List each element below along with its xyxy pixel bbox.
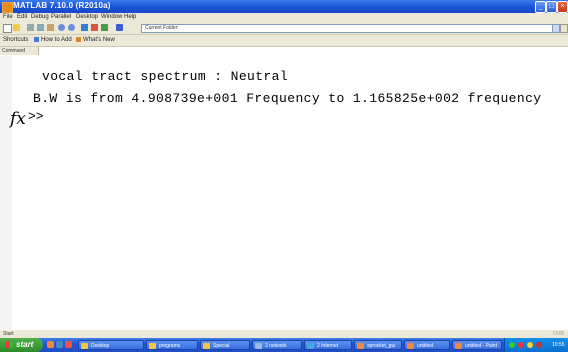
tray-clock: 10:55 xyxy=(552,342,565,348)
whats-new-link[interactable]: What's New xyxy=(76,37,115,44)
current-folder-field[interactable]: Current Folder: xyxy=(141,24,556,33)
folder-icon xyxy=(203,343,210,349)
task-network[interactable]: 2 network xyxy=(252,340,302,350)
profiler-icon[interactable] xyxy=(101,24,108,31)
window-title: MATLAB 7.10.0 (R2010a) xyxy=(13,1,111,10)
network-icon xyxy=(255,343,262,349)
menu-bar: File Edit Debug Parallel Desktop Window … xyxy=(0,13,568,22)
whats-new-icon xyxy=(76,37,81,42)
folder-icon xyxy=(149,343,156,349)
task-label: programs xyxy=(159,343,181,349)
paint-icon xyxy=(455,343,462,349)
task-sprocket-gui[interactable]: sprocket_gui xyxy=(354,340,402,350)
tray-update-icon[interactable] xyxy=(527,342,533,348)
folder-icon xyxy=(81,343,88,349)
task-internet[interactable]: 2 Internet xyxy=(304,340,352,350)
command-window-gutter xyxy=(0,56,12,330)
start-button[interactable]: start xyxy=(0,338,43,352)
task-label: untitled xyxy=(417,343,434,349)
task-special[interactable]: Special xyxy=(200,340,250,350)
task-label: 2 network xyxy=(265,343,287,349)
new-file-icon[interactable] xyxy=(3,24,12,33)
task-paint[interactable]: untitled - Paint xyxy=(452,340,502,350)
task-label: untitled - Paint xyxy=(465,343,497,349)
simulink-icon[interactable] xyxy=(81,24,88,31)
tray-network-icon[interactable] xyxy=(509,342,515,348)
minimize-button[interactable]: _ xyxy=(535,1,546,13)
redo-icon[interactable] xyxy=(68,24,75,31)
windows-logo-icon xyxy=(6,341,13,349)
paste-icon[interactable] xyxy=(47,24,54,31)
tray-security-icon[interactable] xyxy=(518,342,524,348)
browse-folder-icon[interactable] xyxy=(560,24,568,33)
how-to-add-label: How to Add xyxy=(41,37,72,44)
matlab-icon xyxy=(357,343,364,349)
whats-new-label: What's New xyxy=(83,37,115,44)
menu-window[interactable]: Window xyxy=(101,13,122,22)
figure-icon xyxy=(407,343,414,349)
quicklaunch-media-icon[interactable] xyxy=(65,341,72,348)
task-label: Special xyxy=(213,343,230,349)
matlab-app-icon xyxy=(2,2,13,13)
task-label: 2 Internet xyxy=(317,343,339,349)
fx-function-browser-icon[interactable]: fx xyxy=(10,109,26,129)
command-prompt[interactable]: >> xyxy=(28,109,44,124)
task-label: sprocket_gui xyxy=(367,343,396,349)
open-folder-icon[interactable] xyxy=(13,24,20,31)
menu-help[interactable]: Help xyxy=(124,13,136,22)
task-untitled[interactable]: untitled xyxy=(404,340,450,350)
tray-antivirus-icon[interactable] xyxy=(536,342,542,348)
guide-icon[interactable] xyxy=(91,24,98,31)
info-icon xyxy=(34,37,39,42)
close-button[interactable]: × xyxy=(557,1,568,13)
output-line-bandwidth: B.W is from 4.908739e+001 Frequency to 1… xyxy=(33,91,542,106)
quicklaunch-browser-icon[interactable] xyxy=(47,341,54,348)
status-bar: Start OVR xyxy=(0,330,568,338)
undo-icon[interactable] xyxy=(58,24,65,31)
how-to-add-link[interactable]: How to Add xyxy=(34,37,72,44)
menu-desktop[interactable]: Desktop xyxy=(76,13,98,22)
task-label: Desktop xyxy=(91,343,110,349)
task-desktop[interactable]: Desktop xyxy=(78,340,144,350)
shortcuts-label[interactable]: Shortcuts xyxy=(3,37,28,44)
menu-parallel[interactable]: Parallel xyxy=(51,13,71,22)
shortcuts-bar: Shortcuts How to Add What's New xyxy=(0,35,568,47)
output-line-title: vocal tract spectrum : Neutral xyxy=(42,69,289,84)
browser-icon xyxy=(307,343,314,349)
command-window-tab[interactable]: Command Window xyxy=(0,47,39,62)
menu-edit[interactable]: Edit xyxy=(17,13,27,22)
quicklaunch-desktop-icon[interactable] xyxy=(56,341,63,348)
menu-debug[interactable]: Debug xyxy=(31,13,49,22)
task-programs[interactable]: programs xyxy=(146,340,198,350)
start-label: start xyxy=(16,340,34,349)
folder-dropdown-icon[interactable] xyxy=(552,24,560,33)
cut-icon[interactable] xyxy=(27,24,34,31)
status-start[interactable]: Start xyxy=(3,330,14,338)
menu-file[interactable]: File xyxy=(3,13,13,22)
help-icon[interactable] xyxy=(116,24,123,31)
copy-icon[interactable] xyxy=(37,24,44,31)
maximize-button[interactable]: □ xyxy=(546,1,557,13)
status-ovr: OVR xyxy=(553,331,564,337)
